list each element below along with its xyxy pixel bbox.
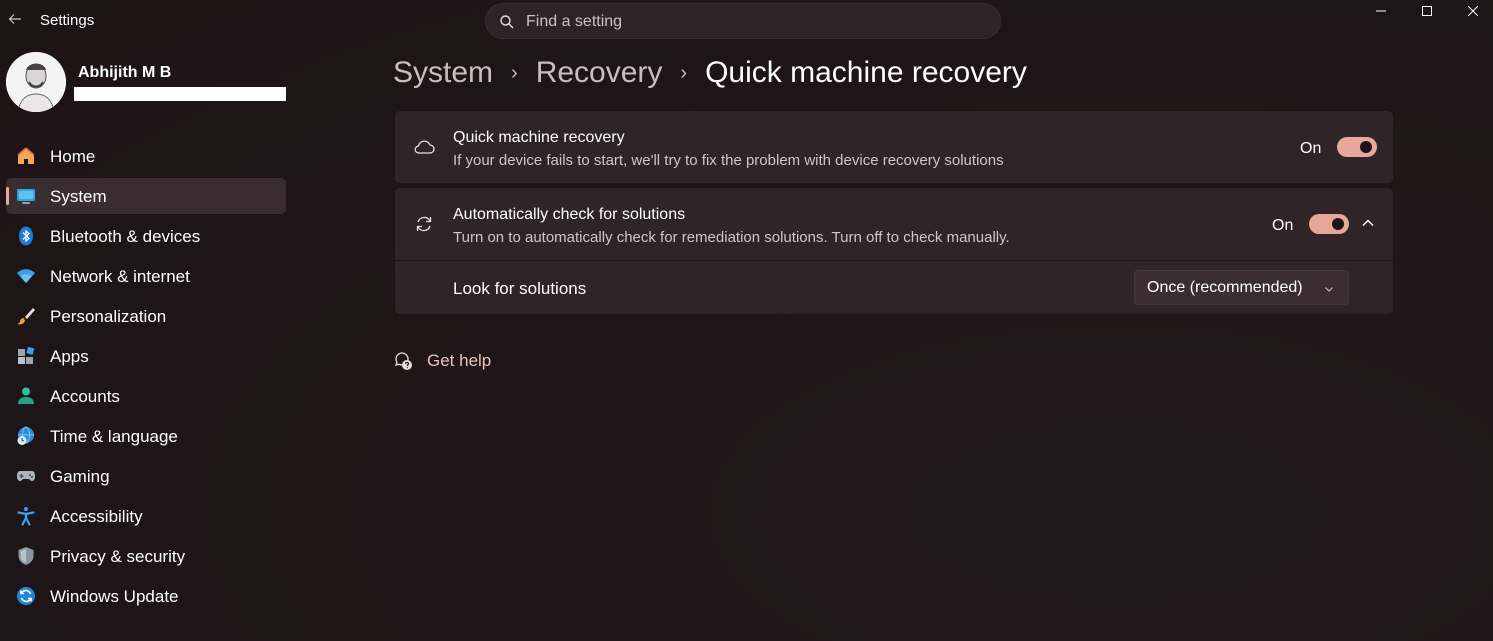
- sidebar-item-apps[interactable]: Apps: [6, 338, 286, 374]
- system-icon: [17, 189, 35, 204]
- sync-icon: [416, 216, 432, 232]
- quick-recovery-toggle[interactable]: [1337, 137, 1377, 157]
- dropdown-value: Once (recommended): [1147, 279, 1303, 296]
- minimize-icon: [1376, 10, 1386, 12]
- chevron-down-icon: [1325, 287, 1333, 292]
- apps-icon: [18, 346, 35, 364]
- bluetooth-icon: [19, 226, 33, 246]
- sidebar-item-bluetooth[interactable]: Bluetooth & devices: [6, 218, 286, 254]
- setting-title: Automatically check for solutions: [453, 206, 686, 223]
- gamepad-icon: [17, 471, 35, 481]
- auto-check-card[interactable]: Automatically check for solutions Turn o…: [395, 188, 1393, 260]
- search-icon: [500, 15, 514, 29]
- sidebar-item-gaming[interactable]: Gaming: [6, 458, 286, 494]
- close-icon: [1468, 6, 1478, 16]
- toggle-state-label: On: [1300, 140, 1322, 157]
- close-button[interactable]: [1450, 0, 1493, 22]
- globe-clock-icon: [17, 426, 34, 445]
- sidebar-item-label: Home: [50, 147, 96, 166]
- sidebar-item-label: Gaming: [50, 467, 110, 486]
- sidebar-nav: Home System Bluetooth & devices Network …: [6, 138, 286, 618]
- sidebar-item-label: Accounts: [50, 387, 120, 406]
- home-icon: [17, 147, 35, 164]
- sidebar-item-privacy-security[interactable]: Privacy & security: [6, 538, 286, 574]
- setting-description: Turn on to automatically check for remed…: [453, 229, 1010, 246]
- back-button[interactable]: [6, 10, 24, 28]
- sidebar-item-label: Bluetooth & devices: [50, 227, 201, 246]
- sidebar-item-label: Apps: [50, 347, 89, 366]
- sidebar-item-time-language[interactable]: Time & language: [6, 418, 286, 454]
- back-arrow-icon: [8, 14, 21, 24]
- search-input[interactable]: [526, 10, 986, 34]
- sidebar-item-accessibility[interactable]: Accessibility: [6, 498, 286, 534]
- auto-check-toggle[interactable]: [1309, 214, 1349, 234]
- breadcrumb: System › Recovery › Quick machine recove…: [393, 53, 1027, 93]
- sidebar-item-windows-update[interactable]: Windows Update: [6, 578, 286, 614]
- maximize-icon: [1422, 6, 1432, 16]
- sidebar-item-label: Privacy & security: [50, 547, 186, 566]
- sidebar-item-label: Windows Update: [50, 587, 179, 606]
- look-for-solutions-dropdown[interactable]: Once (recommended): [1134, 270, 1349, 305]
- sidebar-item-label: Network & internet: [50, 267, 190, 286]
- setting-title: Quick machine recovery: [453, 129, 625, 146]
- title-bar: Settings: [0, 0, 1493, 42]
- quick-machine-recovery-card: Quick machine recovery If your device fa…: [395, 111, 1393, 183]
- brush-icon: [17, 308, 35, 325]
- search-box[interactable]: [485, 3, 1001, 39]
- shield-icon: [18, 547, 34, 565]
- sidebar-item-label: Personalization: [50, 307, 167, 326]
- sidebar-item-label: System: [50, 187, 107, 206]
- sidebar-item-accounts[interactable]: Accounts: [6, 378, 286, 414]
- help-icon: [394, 352, 412, 370]
- look-for-solutions-row: Look for solutions Once (recommended): [395, 261, 1393, 314]
- user-photo-icon: [6, 52, 66, 112]
- toggle-state-label: On: [1272, 217, 1294, 234]
- cloud-icon: [414, 140, 435, 154]
- chevron-right-icon: ›: [511, 61, 518, 84]
- page-title: Quick machine recovery: [705, 56, 1027, 89]
- get-help-link[interactable]: Get help: [427, 351, 491, 371]
- chevron-right-icon: ›: [680, 61, 688, 84]
- user-name: Abhijith M B: [78, 64, 172, 81]
- sidebar-item-label: Accessibility: [50, 507, 143, 526]
- toggle-knob: [1360, 141, 1372, 153]
- breadcrumb-system[interactable]: System: [393, 56, 493, 90]
- app-title: Settings: [40, 12, 95, 29]
- update-icon: [17, 587, 35, 605]
- user-email-redacted: [74, 87, 286, 101]
- setting-description: If your device fails to start, we'll try…: [453, 152, 1004, 169]
- wifi-icon: [17, 269, 35, 283]
- look-for-solutions-label: Look for solutions: [453, 279, 587, 298]
- sidebar-item-system[interactable]: System: [6, 178, 286, 214]
- sidebar-item-network[interactable]: Network & internet: [6, 258, 286, 294]
- minimize-button[interactable]: [1358, 0, 1404, 22]
- chevron-up-icon[interactable]: [1360, 215, 1376, 231]
- sidebar-item-label: Time & language: [50, 427, 178, 446]
- sidebar-item-personalization[interactable]: Personalization: [6, 298, 286, 334]
- sidebar-item-home[interactable]: Home: [6, 138, 286, 174]
- avatar[interactable]: [6, 52, 66, 112]
- maximize-button[interactable]: [1404, 0, 1450, 22]
- toggle-knob: [1332, 218, 1344, 230]
- accounts-icon: [18, 387, 34, 404]
- accessibility-icon: [17, 507, 35, 526]
- breadcrumb-recovery[interactable]: Recovery: [536, 56, 663, 90]
